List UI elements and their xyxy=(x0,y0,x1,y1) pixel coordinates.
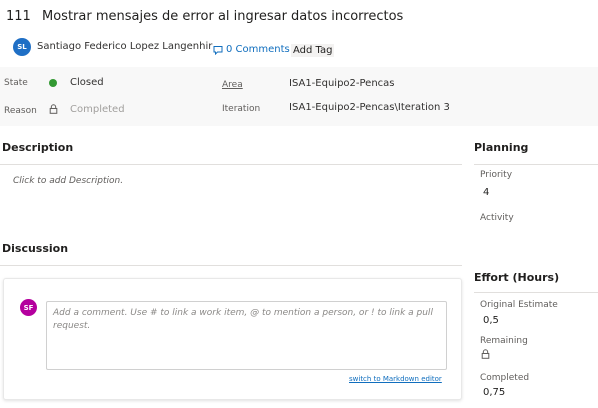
effort-divider xyxy=(474,292,598,293)
state-dot-icon xyxy=(49,79,57,87)
lock-icon xyxy=(49,104,58,114)
state-label: State xyxy=(4,78,28,88)
work-item-id: 111 xyxy=(6,9,31,24)
comments-link[interactable]: 0 Comments xyxy=(213,44,290,55)
fields-panel xyxy=(0,67,598,126)
description-heading: Description xyxy=(2,141,74,154)
discussion-heading: Discussion xyxy=(2,242,69,255)
reason-value: Completed xyxy=(70,104,125,115)
comment-icon xyxy=(213,45,223,55)
area-label: Area xyxy=(222,80,243,90)
comments-count: 0 Comments xyxy=(226,44,290,55)
original-estimate-value[interactable]: 0,5 xyxy=(483,315,499,326)
planning-divider xyxy=(474,164,598,165)
reason-label: Reason xyxy=(4,106,37,116)
completed-label: Completed xyxy=(480,373,530,383)
priority-label: Priority xyxy=(480,170,513,180)
completed-value[interactable]: 0,75 xyxy=(483,387,505,398)
activity-label: Activity xyxy=(480,213,514,223)
planning-heading: Planning xyxy=(474,141,529,154)
add-tag-button[interactable]: Add Tag xyxy=(291,44,335,57)
remaining-lock-icon xyxy=(481,349,490,359)
owner-name[interactable]: Santiago Federico Lopez Langenhir xyxy=(37,41,212,52)
markdown-editor-link[interactable]: switch to Markdown editor xyxy=(349,375,442,383)
work-item-title[interactable]: Mostrar mensajes de error al ingresar da… xyxy=(42,9,403,24)
effort-heading: Effort (Hours) xyxy=(474,271,560,284)
description-placeholder[interactable]: Click to add Description. xyxy=(13,176,123,186)
comment-placeholder: Add a comment. Use # to link a work item… xyxy=(53,308,433,331)
discussion-divider xyxy=(0,265,462,266)
owner-avatar[interactable]: SL xyxy=(13,38,31,56)
iteration-label: Iteration xyxy=(222,104,261,114)
commenter-avatar: SF xyxy=(20,299,37,316)
remaining-label: Remaining xyxy=(480,336,528,346)
original-estimate-label: Original Estimate xyxy=(480,300,558,310)
state-value[interactable]: Closed xyxy=(70,77,104,88)
iteration-value[interactable]: ISA1-Equipo2-Pencas\Iteration 3 xyxy=(289,102,450,113)
area-value[interactable]: ISA1-Equipo2-Pencas xyxy=(289,78,395,89)
priority-value[interactable]: 4 xyxy=(483,187,489,198)
description-divider xyxy=(0,164,462,165)
